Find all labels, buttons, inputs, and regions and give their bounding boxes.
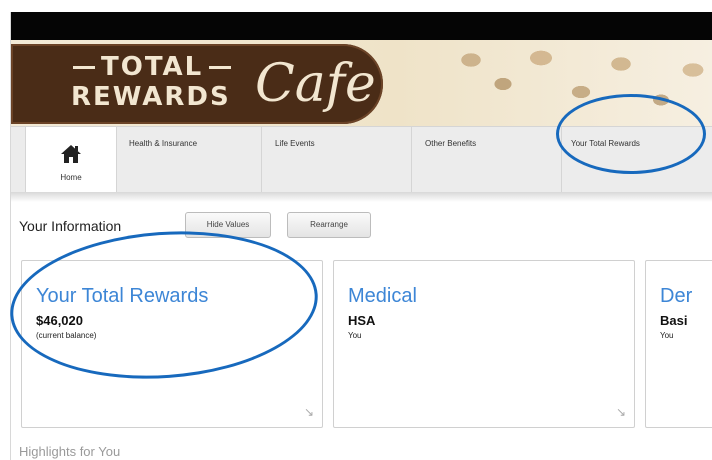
card-value: HSA (348, 313, 376, 328)
card-title[interactable]: Medical (348, 285, 417, 308)
logo-text-cafe: Cafe (255, 54, 376, 114)
rearrange-button[interactable]: Rearrange (287, 212, 371, 238)
annotation-circle-rewards-tab (556, 94, 706, 174)
nav-home-label: Home (60, 173, 82, 182)
card-subtext: You (348, 331, 362, 340)
tab-other-benefits[interactable]: Other Benefits (411, 127, 562, 193)
highlights-heading: Highlights for You (19, 444, 121, 459)
your-information-heading: Your Information (19, 218, 122, 234)
card-medical[interactable]: Medical HSA You ↘ (333, 260, 635, 428)
card-dental[interactable]: Der Basi You (645, 260, 712, 428)
nav-home[interactable]: Home (25, 127, 117, 193)
expand-arrow-icon[interactable]: ↘ (616, 405, 626, 419)
top-bar (11, 12, 712, 40)
tab-life-events[interactable]: Life Events (261, 127, 412, 193)
home-icon (60, 143, 82, 171)
tab-health-insurance[interactable]: Health & Insurance (115, 127, 262, 193)
card-subtext: You (660, 331, 674, 340)
logo-text-rewards: REWARDS (71, 82, 231, 112)
card-title[interactable]: Der (660, 285, 692, 308)
card-value: Basi (660, 313, 688, 328)
logo-text-total: TOTAL (101, 52, 204, 82)
total-rewards-cafe-logo[interactable]: TOTAL REWARDS Cafe (11, 44, 383, 124)
nav-shadow (11, 192, 712, 202)
expand-arrow-icon[interactable]: ↘ (304, 405, 314, 419)
browser-frame: TOTAL REWARDS Cafe Home Health & Insuran… (10, 12, 712, 460)
